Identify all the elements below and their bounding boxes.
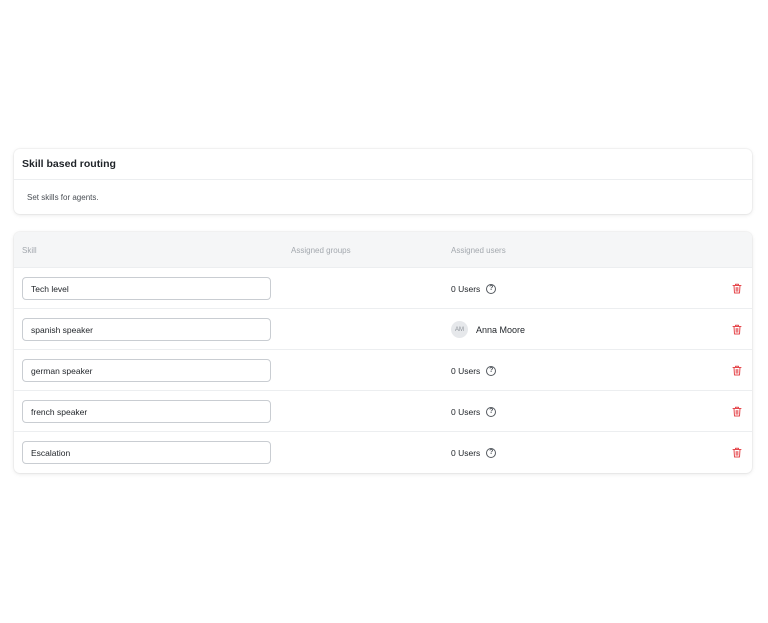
table-row: 0 Users? — [14, 268, 752, 309]
avatar: AM — [451, 321, 468, 338]
delete-skill-button[interactable] — [731, 364, 743, 377]
column-header-assigned-users: Assigned users — [451, 245, 506, 255]
assigned-user-name: Anna Moore — [476, 324, 526, 335]
assigned-users-cell: 0 Users? — [451, 391, 497, 432]
question-circle-icon[interactable]: ? — [486, 406, 497, 417]
skill-name-input[interactable] — [22, 400, 271, 423]
table-row: AM Anna Moore — [14, 309, 752, 350]
delete-skill-button[interactable] — [731, 446, 743, 459]
delete-skill-button[interactable] — [731, 323, 743, 336]
page-title: Skill based routing — [22, 158, 116, 170]
question-circle-icon[interactable]: ? — [486, 283, 497, 294]
skill-routing-header-card: Skill based routing Set skills for agent… — [14, 149, 752, 214]
column-header-assigned-groups: Assigned groups — [291, 245, 351, 255]
assigned-users-cell: AM Anna Moore — [451, 309, 525, 350]
header-description-row: Set skills for agents. — [14, 180, 752, 214]
skills-table: Skill Assigned groups Assigned users 0 U… — [14, 232, 752, 473]
trash-icon — [732, 283, 742, 294]
column-header-skill: Skill — [22, 245, 37, 255]
skill-name-input[interactable] — [22, 277, 271, 300]
table-row: 0 Users? — [14, 391, 752, 432]
trash-icon — [732, 324, 742, 335]
delete-skill-button[interactable] — [731, 282, 743, 295]
delete-skill-button[interactable] — [731, 405, 743, 418]
assigned-users-cell: 0 Users? — [451, 268, 497, 309]
table-body: 0 Users?AMAnna Moore0 Users?0 Users?0 Us… — [14, 268, 752, 473]
table-row: 0 Users? — [14, 432, 752, 473]
users-count: 0 Users — [451, 365, 481, 376]
trash-icon — [732, 447, 742, 458]
users-count: 0 Users — [451, 283, 481, 294]
table-header: Skill Assigned groups Assigned users — [14, 232, 752, 268]
users-count: 0 Users — [451, 447, 481, 458]
trash-icon — [732, 406, 742, 417]
assigned-users-cell: 0 Users? — [451, 432, 497, 473]
table-row: 0 Users? — [14, 350, 752, 391]
skill-name-input[interactable] — [22, 318, 271, 341]
page-description: Set skills for agents. — [27, 192, 99, 202]
assigned-users-cell: 0 Users? — [451, 350, 497, 391]
header-title-row: Skill based routing — [14, 149, 752, 180]
question-circle-icon[interactable]: ? — [486, 447, 497, 458]
skill-name-input[interactable] — [22, 359, 271, 382]
question-circle-icon[interactable]: ? — [486, 365, 497, 376]
trash-icon — [732, 365, 742, 376]
users-count: 0 Users — [451, 406, 481, 417]
skill-name-input[interactable] — [22, 441, 271, 464]
